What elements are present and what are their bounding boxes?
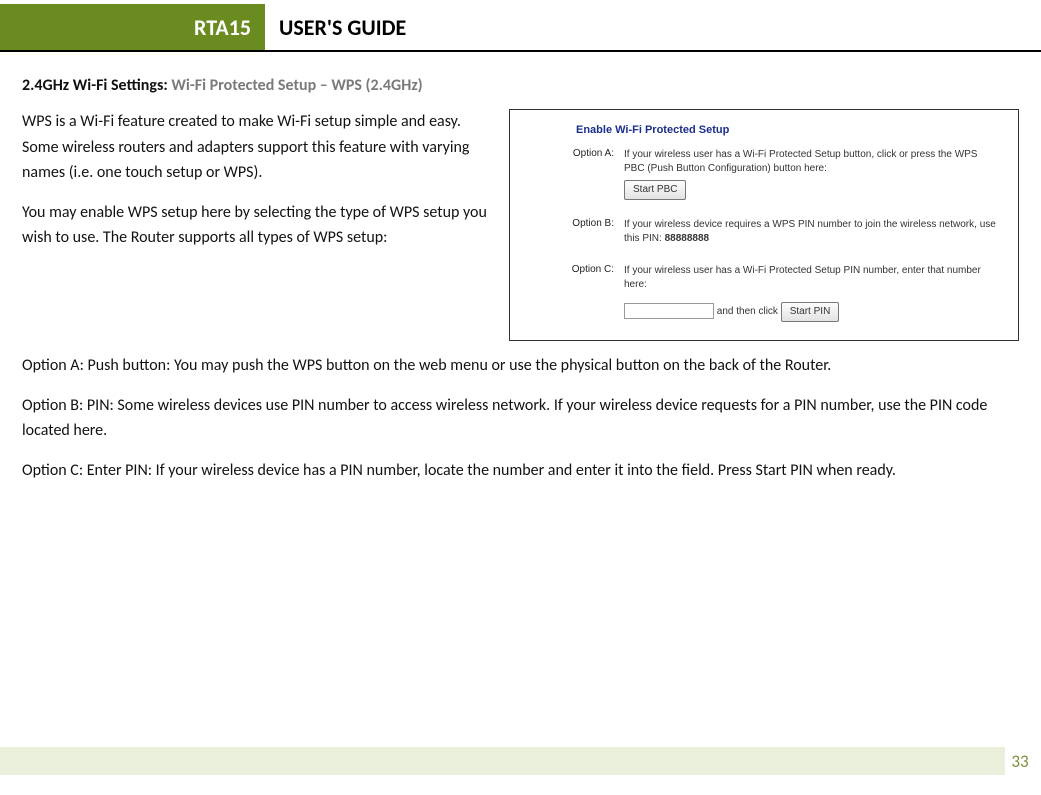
wps-title: Enable Wi-Fi Protected Setup xyxy=(528,124,1000,136)
wps-option-a-text: If your wireless user has a Wi-Fi Protec… xyxy=(624,149,977,174)
header-title-block: USER'S GUIDE xyxy=(265,4,406,50)
wps-option-c-mid: and then click xyxy=(714,306,781,317)
page-header: RTA15 USER'S GUIDE xyxy=(0,4,1041,52)
wps-pin-value: 88888888 xyxy=(665,233,710,244)
wps-option-c-desc: If your wireless user has a Wi-Fi Protec… xyxy=(624,264,1000,322)
page-number: 33 xyxy=(1005,747,1035,775)
wps-screenshot: Enable Wi-Fi Protected Setup Option A: I… xyxy=(509,109,1019,341)
option-b-para: Option B: PIN: Some wireless devices use… xyxy=(22,393,1019,444)
brand-label: RTA15 xyxy=(194,14,251,41)
page-content: 2.4GHz Wi-Fi Settings: Wi-Fi Protected S… xyxy=(0,52,1041,483)
wps-option-c-label: Option C: xyxy=(528,264,624,322)
header-title: USER'S GUIDE xyxy=(279,14,406,41)
wps-option-c: Option C: If your wireless user has a Wi… xyxy=(528,264,1000,322)
wps-option-b-label: Option B: xyxy=(528,218,624,246)
page-footer: 33 xyxy=(0,747,1035,775)
section-heading-bold: 2.4GHz Wi-Fi Settings: xyxy=(22,76,171,95)
option-a-para: Option A: Push button: You may push the … xyxy=(22,353,1019,379)
wps-option-b: Option B: If your wireless device requir… xyxy=(528,218,1000,246)
intro-text: WPS is a Wi-Fi feature created to make W… xyxy=(22,109,491,265)
wps-option-a-label: Option A: xyxy=(528,148,624,200)
intro-p2: You may enable WPS setup here by selecti… xyxy=(22,200,491,251)
section-heading-rest: Wi-Fi Protected Setup – WPS (2.4GHz) xyxy=(171,76,422,95)
footer-band xyxy=(0,747,1005,775)
header-brand-block: RTA15 xyxy=(0,4,265,50)
intro-row: WPS is a Wi-Fi feature created to make W… xyxy=(22,109,1019,341)
section-heading: 2.4GHz Wi-Fi Settings: Wi-Fi Protected S… xyxy=(22,76,1019,95)
wps-option-b-desc: If your wireless device requires a WPS P… xyxy=(624,218,1000,246)
intro-p1: WPS is a Wi-Fi feature created to make W… xyxy=(22,109,491,186)
option-c-para: Option C: Enter PIN: If your wireless de… xyxy=(22,458,1019,484)
start-pin-button[interactable]: Start PIN xyxy=(781,302,840,322)
wps-pin-input[interactable] xyxy=(624,303,714,319)
start-pbc-button[interactable]: Start PBC xyxy=(624,180,686,200)
body-paragraphs: Option A: Push button: You may push the … xyxy=(22,353,1019,483)
wps-option-a: Option A: If your wireless user has a Wi… xyxy=(528,148,1000,200)
wps-option-a-desc: If your wireless user has a Wi-Fi Protec… xyxy=(624,148,1000,200)
wps-option-c-text: If your wireless user has a Wi-Fi Protec… xyxy=(624,265,981,290)
